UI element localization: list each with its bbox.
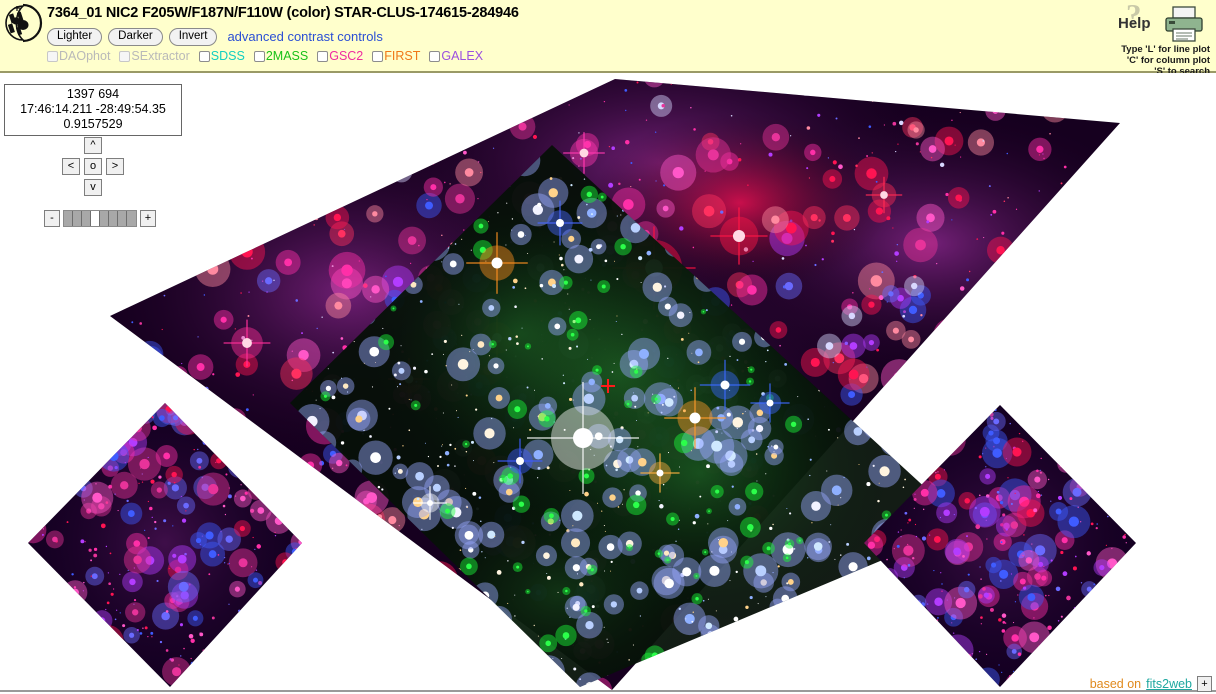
catalog-label: GSC2 <box>329 48 364 63</box>
pixel-value: 0.9157529 <box>63 117 123 131</box>
checkbox-icon[interactable] <box>372 50 384 62</box>
catalog-toggle-gsc2[interactable]: GSC2 <box>317 48 364 63</box>
catalog-toggle-sextractor: SExtractor <box>119 48 190 63</box>
catalog-label: FIRST <box>384 48 421 63</box>
contrast-controls: Lighter Darker Invert advanced contrast … <box>47 27 383 46</box>
invert-button[interactable]: Invert <box>168 27 218 46</box>
zoom-slider-segment[interactable] <box>100 210 109 226</box>
checkbox-icon[interactable] <box>429 50 441 62</box>
zoom-slider-segment[interactable] <box>91 210 100 226</box>
based-on-label: based on <box>1089 677 1142 691</box>
zoom-slider-segment[interactable] <box>109 210 118 226</box>
checkbox-icon <box>119 50 131 62</box>
checkbox-icon <box>47 50 58 62</box>
lighter-button[interactable]: Lighter <box>47 27 103 46</box>
catalog-toggle-first[interactable]: FIRST <box>372 48 421 63</box>
zoom-slider-segment[interactable] <box>127 210 136 226</box>
footer-expand-button[interactable]: + <box>1197 676 1212 692</box>
pixel-coordinates: 1397 694 <box>66 87 120 101</box>
viewport-bottom-rule <box>0 690 1216 692</box>
page-title: 7364_01 NIC2 F205W/F187N/F110W (color) S… <box>47 5 519 21</box>
help-hint-line-2: 'C' for column plot <box>1126 55 1210 66</box>
pan-down-button[interactable]: v <box>84 179 102 196</box>
coordinate-readout: 1397 694 17:46:14.211 -28:49:54.35 0.915… <box>4 84 182 136</box>
pan-left-button[interactable]: < <box>62 158 80 175</box>
catalog-label: 2MASS <box>265 48 309 63</box>
fits2web-link[interactable]: fits2web <box>1146 677 1192 691</box>
printer-icon[interactable] <box>1164 6 1204 42</box>
zoom-in-button[interactable]: + <box>140 209 156 227</box>
zoom-slider-segment[interactable] <box>64 210 73 226</box>
checkbox-icon[interactable] <box>198 50 210 62</box>
advanced-contrast-controls-link[interactable]: advanced contrast controls <box>227 29 382 44</box>
catalog-label: SDSS <box>210 48 245 63</box>
checkbox-icon[interactable] <box>253 50 265 62</box>
catalog-toggle-2mass[interactable]: 2MASS <box>253 48 309 63</box>
footer-credit: based on fits2web + <box>1090 676 1212 692</box>
catalog-overlay-checkboxes: DAOphot SExtractor SDSS 2MASS GSC2 FIRST GALEX <box>47 47 489 65</box>
zoom-slider-segment[interactable] <box>118 210 127 226</box>
darker-button[interactable]: Darker <box>108 27 163 46</box>
toolbar-header: 7364_01 NIC2 F205W/F187N/F110W (color) S… <box>0 0 1216 77</box>
help-block: ? Help Type 'L' for line plot 'C' for co… <box>1098 0 1210 77</box>
catalog-toggle-sdss[interactable]: SDSS <box>198 48 245 63</box>
catalog-label: GALEX <box>441 48 484 63</box>
catalog-label: SExtractor <box>131 48 190 63</box>
satellite-icon <box>5 3 43 43</box>
image-viewport[interactable] <box>0 73 1216 692</box>
pan-center-button[interactable]: o <box>84 158 102 175</box>
zoom-slider-track[interactable] <box>63 209 137 227</box>
zoom-slider-segment[interactable] <box>73 210 82 226</box>
pan-navigation-pad: ^ < o > v <box>62 137 130 201</box>
sky-coordinates: 17:46:14.211 -28:49:54.35 <box>20 102 166 116</box>
pan-right-button[interactable]: > <box>106 158 124 175</box>
checkbox-icon[interactable] <box>317 50 329 62</box>
catalog-toggle-daophot: DAOphot <box>47 48 111 63</box>
zoom-slider-segment[interactable] <box>82 210 91 226</box>
sky-image[interactable] <box>0 73 1216 692</box>
catalog-label: DAOphot <box>59 48 111 63</box>
help-hint-line-1: Type 'L' for line plot <box>1121 44 1210 55</box>
zoom-out-button[interactable]: - <box>44 209 60 227</box>
help-label[interactable]: Help <box>1118 15 1151 32</box>
zoom-slider-control: - + <box>44 208 156 228</box>
catalog-toggle-galex[interactable]: GALEX <box>429 48 484 63</box>
pan-up-button[interactable]: ^ <box>84 137 102 154</box>
